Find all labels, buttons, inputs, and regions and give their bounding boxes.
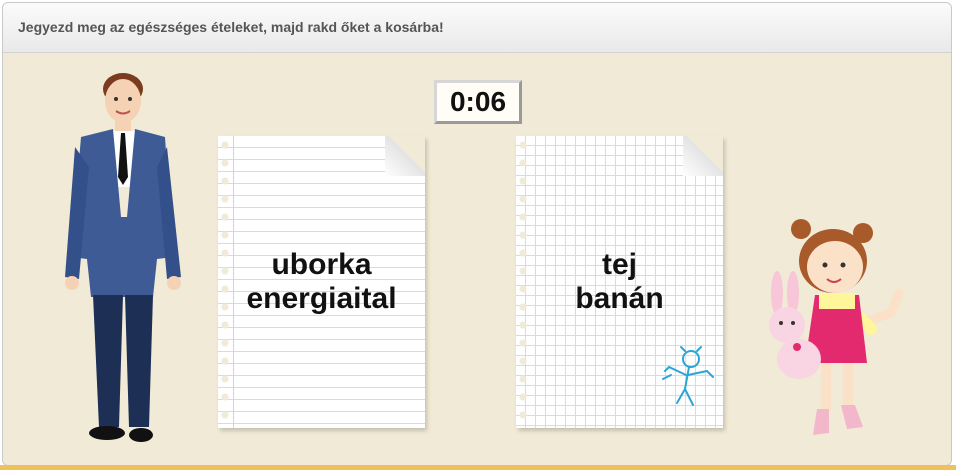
bottom-accent-bar: [0, 465, 956, 470]
word-tej: tej: [601, 248, 637, 281]
word-card-1-text: uborka energiaital: [246, 248, 396, 316]
word-card-1: uborka energiaital: [218, 136, 425, 428]
game-window: Jegyezd meg az egészséges ételeket, majd…: [2, 2, 952, 466]
instruction-bar: Jegyezd meg az egészséges ételeket, majd…: [3, 3, 951, 53]
girl-with-bunny: [769, 219, 904, 435]
word-banan: banán: [575, 282, 664, 315]
doodle-icon: [662, 346, 714, 406]
game-stage: 0:06 uborka energiaital tej banán: [3, 53, 951, 465]
countdown-timer: 0:06: [434, 80, 522, 124]
word-energiaital: energiaital: [246, 282, 397, 315]
man-figure: [65, 73, 181, 442]
word-uborka: uborka: [271, 248, 372, 281]
word-card-2-text: tej banán: [575, 248, 663, 316]
instruction-text: Jegyezd meg az egészséges ételeket, majd…: [18, 19, 444, 35]
